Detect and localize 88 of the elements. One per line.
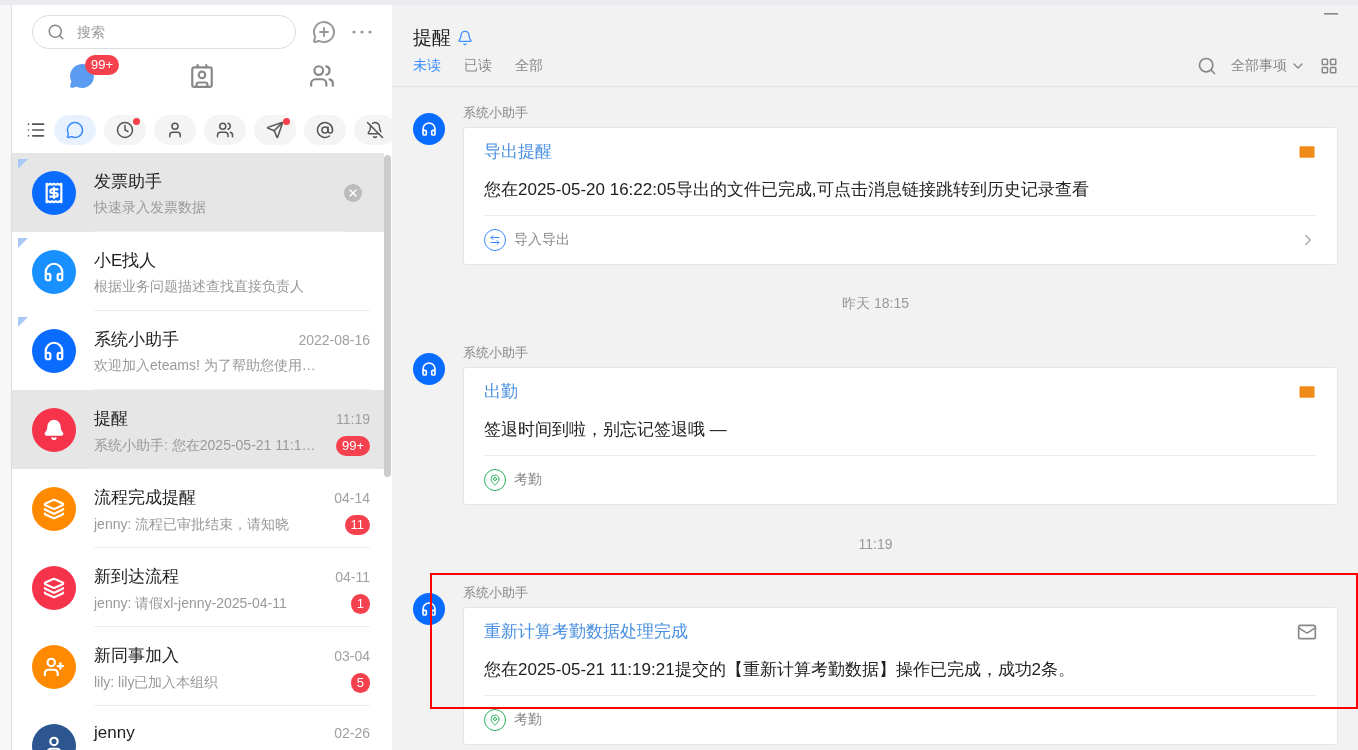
search-input[interactable]: 搜索 [75,23,281,41]
layers-icon [43,497,65,520]
unread-badge: 5 [350,673,370,693]
chat-preview: jenny: 流程已审批结束，请知晓 [94,516,290,534]
close-icon [347,186,359,199]
card-message: 您在2025-05-20 16:22:05导出的文件已完成,可点击消息链接跳转到历史记录查看 [484,179,1090,201]
clock-icon [116,121,134,139]
unread-badge: 99+ [85,55,120,75]
chat-preview: 欢迎加入eteams! 为了帮助您使用… [94,357,316,375]
chat-preview: jenny: 请假xl-jenny-2025-04-11 [94,595,287,613]
chat-time: 04-14 [334,489,370,506]
filter-chip[interactable] [54,115,96,145]
bell-off-icon [366,121,384,139]
time-separator: 昨天 18:15 [842,295,909,313]
chat-title: 新同事加入 [94,645,179,667]
chat-time: 03-04 [334,647,370,664]
send-icon [266,121,284,139]
sender-name: 系统小助手 [463,344,529,362]
minimize-icon [1324,13,1338,15]
page-title: 提醒 [413,26,451,50]
chat-plus-icon [312,20,336,44]
sender-name: 系统小助手 [463,104,529,122]
card-source[interactable]: 考勤 [514,471,1317,489]
card-source[interactable]: 考勤 [514,711,1317,729]
headset-icon [421,121,437,137]
chat-preview: lily: lily已加入本组织 [94,674,219,692]
layers-icon [43,576,65,599]
scrollbar-thumb[interactable] [384,155,391,477]
filter-chip[interactable] [204,115,246,145]
card-title[interactable]: 导出提醒 [484,140,552,164]
chat-preview: 根据业务问题描述查找直接负责人 [94,278,304,296]
chat-bubble-icon [66,121,84,139]
unread-badge: 99+ [335,436,370,456]
chat-time: 04-11 [335,568,370,585]
new-chat-button[interactable] [312,20,336,44]
filter-chip[interactable] [254,115,296,145]
filter-chip[interactable] [354,115,392,145]
card-source[interactable]: 导入导出 [514,231,1291,249]
filter-chip[interactable] [104,115,146,145]
card-message: 您在2025-05-21 11:19:21提交的【重新计算考勤数据】操作已完成，成功2条。 [484,659,1077,681]
tab[interactable]: 已读 [464,57,492,75]
unread-badge: 11 [344,515,370,535]
tab[interactable]: 全部 [515,57,543,75]
chat-item[interactable]: 提醒 11:19 系统小助手: 您在2025-05-21 11:1… 99+ [12,390,384,469]
contact-list-icon [189,63,215,89]
time-separator: 11:19 [858,536,893,552]
chat-title: 发票助手 [94,171,162,193]
unread-badge: 1 [350,594,370,614]
at-sign-icon [316,121,334,139]
headset-icon [43,339,65,362]
search-icon [47,23,65,41]
filter-chip[interactable] [154,115,196,145]
chat-preview: 系统小助手: 您在2025-05-21 11:1… [94,437,316,455]
people-icon [309,63,335,89]
card-title[interactable]: 重新计算考勤数据处理完成 [484,620,688,644]
grid-icon[interactable] [1320,57,1338,75]
list-button[interactable] [26,120,46,140]
more-button[interactable] [352,30,372,34]
people-icon [216,121,234,139]
chat-time: 11:19 [336,410,370,427]
receipt-icon [43,181,65,204]
filter-dropdown[interactable]: 全部事项 [1231,57,1306,75]
filter-chip[interactable] [304,115,346,145]
list-icon [26,120,46,140]
person-icon [166,121,184,139]
chat-title: 提醒 [94,408,128,430]
card-message: 签退时间到啦，别忘记签退哦 — [484,419,728,441]
user-plus-icon [43,655,65,678]
search-icon[interactable] [1197,56,1217,76]
sender-name: 系统小助手 [463,584,529,602]
chat-time: 02-26 [334,725,370,741]
chat-preview: 快速录入发票数据 [94,199,206,217]
headset-icon [421,361,437,377]
card-title[interactable]: 出勤 [484,380,518,404]
chat-title: 新到达流程 [94,566,179,588]
chat-time: 2022-08-16 [298,331,370,348]
bell-icon[interactable] [457,30,473,46]
chat-title: 系统小助手 [94,329,179,351]
headset-icon [43,260,65,283]
chat-title: 流程完成提醒 [94,487,196,509]
chat-title: jenny [94,723,135,743]
headset-icon [421,601,437,617]
ellipsis-icon [352,30,372,34]
bell-icon [43,418,65,441]
close-button[interactable] [344,183,362,202]
chat-item[interactable]: 发票助手 快速录入发票数据 [12,153,384,232]
tab[interactable]: 未读 [413,57,441,75]
chat-title: 小E找人 [94,250,157,272]
